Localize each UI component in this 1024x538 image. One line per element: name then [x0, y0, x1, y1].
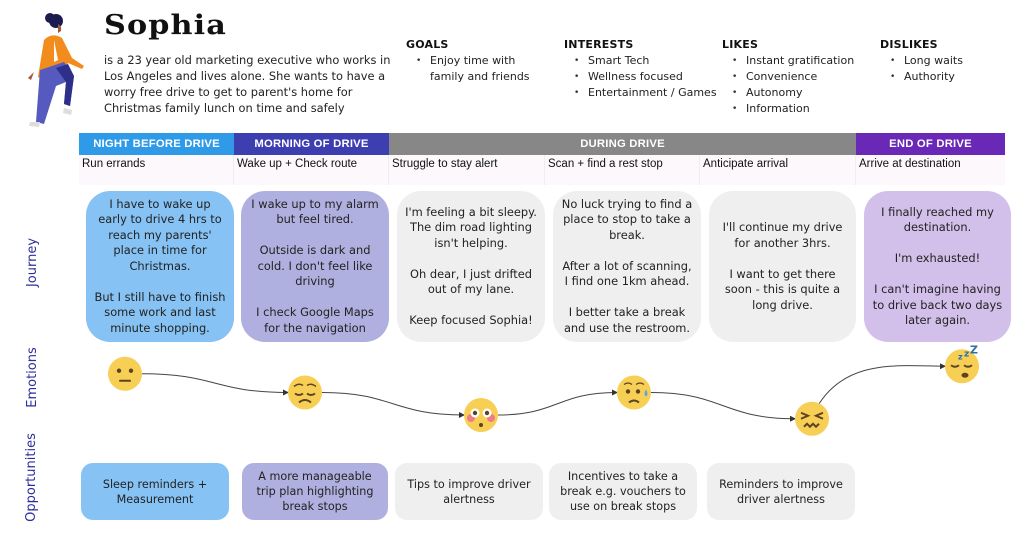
- journey-card: I finally reached my destination. I'm ex…: [864, 191, 1011, 342]
- opportunity-card: A more manageable trip plan highlighting…: [242, 463, 388, 520]
- goal-item: Enjoy time with family and friends: [416, 53, 546, 85]
- dislikes-title: DISLIKES: [880, 38, 938, 51]
- confounded-face-icon: [795, 401, 829, 436]
- emotions-curve-chart: zzZ: [108, 343, 979, 436]
- emotion-connector: [497, 389, 618, 416]
- like-item: Instant gratification: [732, 53, 872, 69]
- emotion-connector: [650, 392, 796, 422]
- interest-item: Smart Tech: [574, 53, 724, 69]
- journey-card: I'll continue my drive for another 3hrs.…: [709, 191, 856, 342]
- emotion-connector: [813, 363, 946, 413]
- goals-title: GOALS: [406, 38, 449, 51]
- like-item: Autonomy: [732, 85, 872, 101]
- goals-section: GOALS Enjoy time with family and friends: [406, 37, 546, 85]
- svg-text:Z: Z: [970, 343, 978, 356]
- interest-item: Wellness focused: [574, 69, 724, 85]
- like-item: Convenience: [732, 69, 872, 85]
- stage-wake-up-check-route: Wake up + Check route: [234, 155, 389, 185]
- interests-section: INTERESTS Smart Tech Wellness focused En…: [564, 37, 724, 101]
- dislike-item: Long waits: [890, 53, 1010, 69]
- sad-sweat-face-icon: [617, 375, 651, 410]
- pensive-face-icon: [288, 375, 322, 410]
- walking-woman-illustration-icon: [28, 13, 84, 127]
- phase-morning-of-drive: MORNING OF DRIVE: [234, 133, 389, 155]
- opportunity-card: Tips to improve driver alertness: [395, 463, 543, 520]
- journey-card: I wake up to my alarm but feel tired. Ou…: [241, 191, 389, 342]
- svg-text:z: z: [958, 352, 963, 361]
- emotion-connector: [321, 392, 465, 418]
- opportunity-card: Incentives to take a break e.g. vouchers…: [549, 463, 697, 520]
- phase-during-drive: DURING DRIVE: [389, 133, 856, 155]
- dislike-item: Authority: [890, 69, 1010, 85]
- sleepy-face-icon: zzZ: [945, 343, 979, 384]
- opportunity-card: Sleep reminders + Measurement: [81, 463, 229, 520]
- svg-text:z: z: [964, 349, 969, 359]
- journey-card: I'm feeling a bit sleepy. The dim road l…: [397, 191, 545, 342]
- dislikes-section: DISLIKES Long waits Authority: [880, 37, 1010, 85]
- likes-section: LIKES Instant gratification Convenience …: [722, 37, 872, 117]
- persona-name: Sophia: [104, 10, 227, 41]
- lane-label-journey: Journey: [25, 237, 41, 288]
- flushed-face-icon: [464, 398, 498, 432]
- journey-card: I have to wake up early to drive 4 hrs t…: [86, 191, 234, 342]
- opportunity-card: Reminders to improve driver alertness: [707, 463, 855, 520]
- interest-item: Entertainment / Games: [574, 85, 724, 101]
- interests-title: INTERESTS: [564, 38, 634, 51]
- neutral-face-icon: [108, 356, 142, 391]
- persona-bio: is a 23 year old marketing executive who…: [104, 53, 391, 115]
- stage-arrive-at-destination: Arrive at destination: [859, 158, 961, 170]
- phase-end-of-drive: END OF DRIVE: [856, 133, 1005, 155]
- stage-anticipate-arrival: Anticipate arrival: [700, 155, 856, 185]
- likes-title: LIKES: [722, 38, 759, 51]
- stage-scan-find-rest-stop: Scan + find a rest stop: [545, 155, 700, 185]
- like-item: Information: [732, 101, 872, 117]
- emotion-connector: [141, 373, 289, 396]
- journey-card: No luck trying to find a place to stop t…: [553, 191, 701, 342]
- phase-night-before-drive: NIGHT BEFORE DRIVE: [79, 133, 234, 155]
- stage-run-errands: Run errands: [79, 155, 234, 185]
- stage-struggle-to-stay-alert: Struggle to stay alert: [389, 155, 545, 185]
